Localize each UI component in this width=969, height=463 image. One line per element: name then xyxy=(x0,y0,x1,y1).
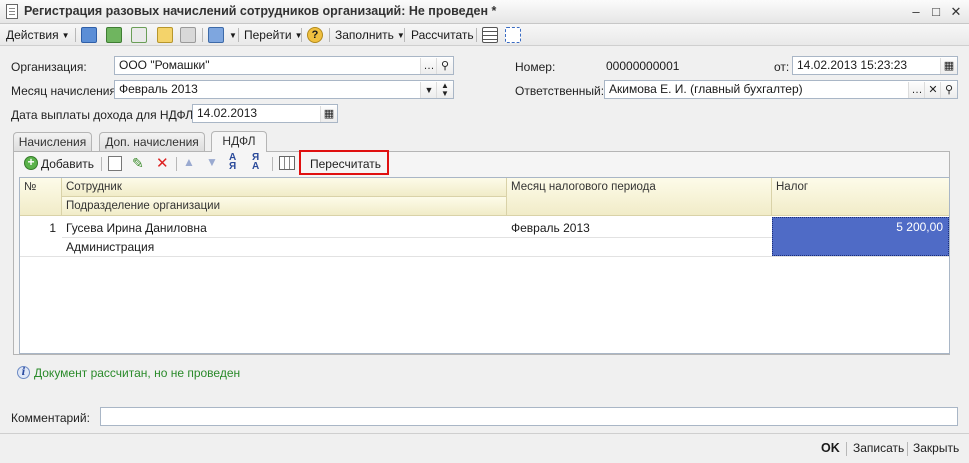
col-header-tax-period[interactable]: Месяц налогового периода xyxy=(507,178,772,216)
footer-bar: OK Записать Закрыть xyxy=(0,433,969,463)
col-header-num[interactable]: № xyxy=(20,178,62,216)
toolbar-separator xyxy=(272,157,273,171)
actions-label: Действия xyxy=(6,28,59,42)
maximize-button[interactable]: □ xyxy=(927,4,945,20)
month-field[interactable]: Февраль 2013 ▼ ▲ ▼ xyxy=(114,80,454,99)
calendar-icon[interactable]: ▦ xyxy=(940,58,957,74)
sort-descending-icon[interactable]: ЯA xyxy=(252,153,259,172)
close-window-button[interactable]: ✕ xyxy=(947,4,965,20)
toolbar-separator xyxy=(301,28,302,42)
toolbar-separator xyxy=(176,157,177,171)
tab-accruals[interactable]: Начисления xyxy=(13,132,92,152)
row-divider xyxy=(20,256,949,257)
goto-label: Перейти xyxy=(244,28,292,42)
col-header-employee[interactable]: Сотрудник xyxy=(62,178,507,197)
month-label: Месяц начисления: xyxy=(11,84,120,98)
organization-field[interactable]: ООО "Ромашки" … ⚲ xyxy=(114,56,454,75)
responsible-value: Акимова Е. И. (главный бухгалтер) xyxy=(609,82,803,96)
post-icon[interactable] xyxy=(106,27,122,43)
table-row[interactable]: 1 Гусева Ирина Даниловна Администрация Ф… xyxy=(20,216,949,257)
move-down-icon[interactable]: ▼ xyxy=(206,155,218,169)
save-button[interactable]: Записать xyxy=(853,441,904,455)
settings-list-icon[interactable] xyxy=(505,27,521,43)
number-label: Номер: xyxy=(515,60,556,74)
month-value: Февраль 2013 xyxy=(119,82,198,96)
fill-menu[interactable]: Заполнить ▼ xyxy=(335,26,405,44)
goto-menu[interactable]: Перейти ▼ xyxy=(244,26,302,44)
add-icon[interactable]: + xyxy=(24,156,38,170)
payout-date-label: Дата выплаты дохода для НДФЛ: xyxy=(11,108,197,122)
row-num: 1 xyxy=(49,221,56,235)
col-header-tax[interactable]: Налог xyxy=(772,178,949,216)
row-tax-cell[interactable]: 5 200,00 xyxy=(772,217,949,256)
number-value: 00000000001 xyxy=(606,59,680,73)
toolbar-separator xyxy=(404,28,405,42)
print-icon[interactable] xyxy=(180,27,196,43)
help-icon[interactable]: ? xyxy=(307,27,323,43)
search-icon[interactable]: ⚲ xyxy=(436,58,453,74)
toolbar-separator xyxy=(101,157,102,171)
row-department: Администрация xyxy=(66,240,155,254)
chevron-down-icon[interactable]: ▼ xyxy=(229,31,237,40)
tab-ndfl[interactable]: НДФЛ xyxy=(211,131,267,152)
main-toolbar: Действия ▼ ▼ Перейти ▼ ? Заполнить ▼ Рассчи… xyxy=(0,24,969,46)
search-icon[interactable]: ⚲ xyxy=(940,82,957,98)
recount-highlight xyxy=(299,150,389,175)
calendar-icon[interactable]: ▦ xyxy=(320,106,337,122)
unpost-icon[interactable] xyxy=(131,27,147,43)
footer-separator xyxy=(846,442,847,456)
ellipsis-icon[interactable]: … xyxy=(420,58,437,74)
row-tax-period: Февраль 2013 xyxy=(511,221,590,235)
info-message: Документ рассчитан, но не проведен xyxy=(34,366,241,380)
toolbar-separator xyxy=(238,28,239,42)
footer-separator xyxy=(907,442,908,456)
move-up-icon[interactable]: ▲ xyxy=(183,155,195,169)
organization-label: Организация: xyxy=(11,60,87,74)
comment-label: Комментарий: xyxy=(11,411,90,425)
list-icon[interactable] xyxy=(482,27,498,43)
fill-label: Заполнить xyxy=(335,28,394,42)
toolbar-separator xyxy=(476,28,477,42)
title-bar: Регистрация разовых начислений сотрудник… xyxy=(0,0,969,24)
payout-date-value: 14.02.2013 xyxy=(197,106,258,120)
clear-icon[interactable]: ✕ xyxy=(924,82,941,98)
document-icon xyxy=(6,4,18,19)
ok-button[interactable]: OK xyxy=(821,441,840,455)
add-button[interactable]: Добавить xyxy=(41,157,94,171)
window-title: Регистрация разовых начислений сотрудник… xyxy=(24,4,497,18)
delete-icon[interactable]: ✕ xyxy=(156,154,169,172)
close-button[interactable]: Закрыть xyxy=(913,441,959,455)
ellipsis-icon[interactable]: … xyxy=(908,82,925,98)
info-icon: i xyxy=(17,366,30,379)
payout-date-field[interactable]: 14.02.2013 ▦ xyxy=(192,104,338,123)
toolbar-separator xyxy=(329,28,330,42)
minimize-button[interactable]: – xyxy=(907,4,925,20)
tab-additional-accruals[interactable]: Доп. начисления xyxy=(99,132,205,152)
toolbar-separator xyxy=(75,28,76,42)
actions-menu[interactable]: Действия ▼ xyxy=(6,26,70,44)
structure-icon[interactable] xyxy=(208,27,224,43)
organization-value: ООО "Ромашки" xyxy=(119,58,210,72)
edit-icon[interactable]: ✎ xyxy=(132,155,144,172)
from-label: от: xyxy=(774,60,790,74)
post-and-close-icon[interactable] xyxy=(81,27,97,43)
sort-ascending-icon[interactable]: AЯ xyxy=(229,153,236,172)
row-employee: Гусева Ирина Даниловна xyxy=(66,221,207,235)
copy-row-icon[interactable] xyxy=(108,156,122,171)
toolbar-separator xyxy=(202,28,203,42)
chevron-down-icon[interactable]: ▼ xyxy=(420,82,437,98)
responsible-label: Ответственный: xyxy=(515,84,605,98)
copy-icon[interactable] xyxy=(157,27,173,43)
spinner-icon[interactable]: ▲ ▼ xyxy=(436,82,453,98)
columns-icon[interactable] xyxy=(279,156,295,170)
from-value: 14.02.2013 15:23:23 xyxy=(797,58,908,72)
responsible-field[interactable]: Акимова Е. И. (главный бухгалтер) … ✕ ⚲ xyxy=(604,80,958,99)
comment-field[interactable] xyxy=(100,407,958,426)
ndfl-table: № Сотрудник Подразделение организации Ме… xyxy=(19,177,950,354)
chevron-down-icon: ▼ xyxy=(61,31,70,40)
from-datetime-field[interactable]: 14.02.2013 15:23:23 ▦ xyxy=(792,56,958,75)
recalc-button[interactable]: Рассчитать xyxy=(411,26,474,44)
col-header-department[interactable]: Подразделение организации xyxy=(62,197,507,216)
